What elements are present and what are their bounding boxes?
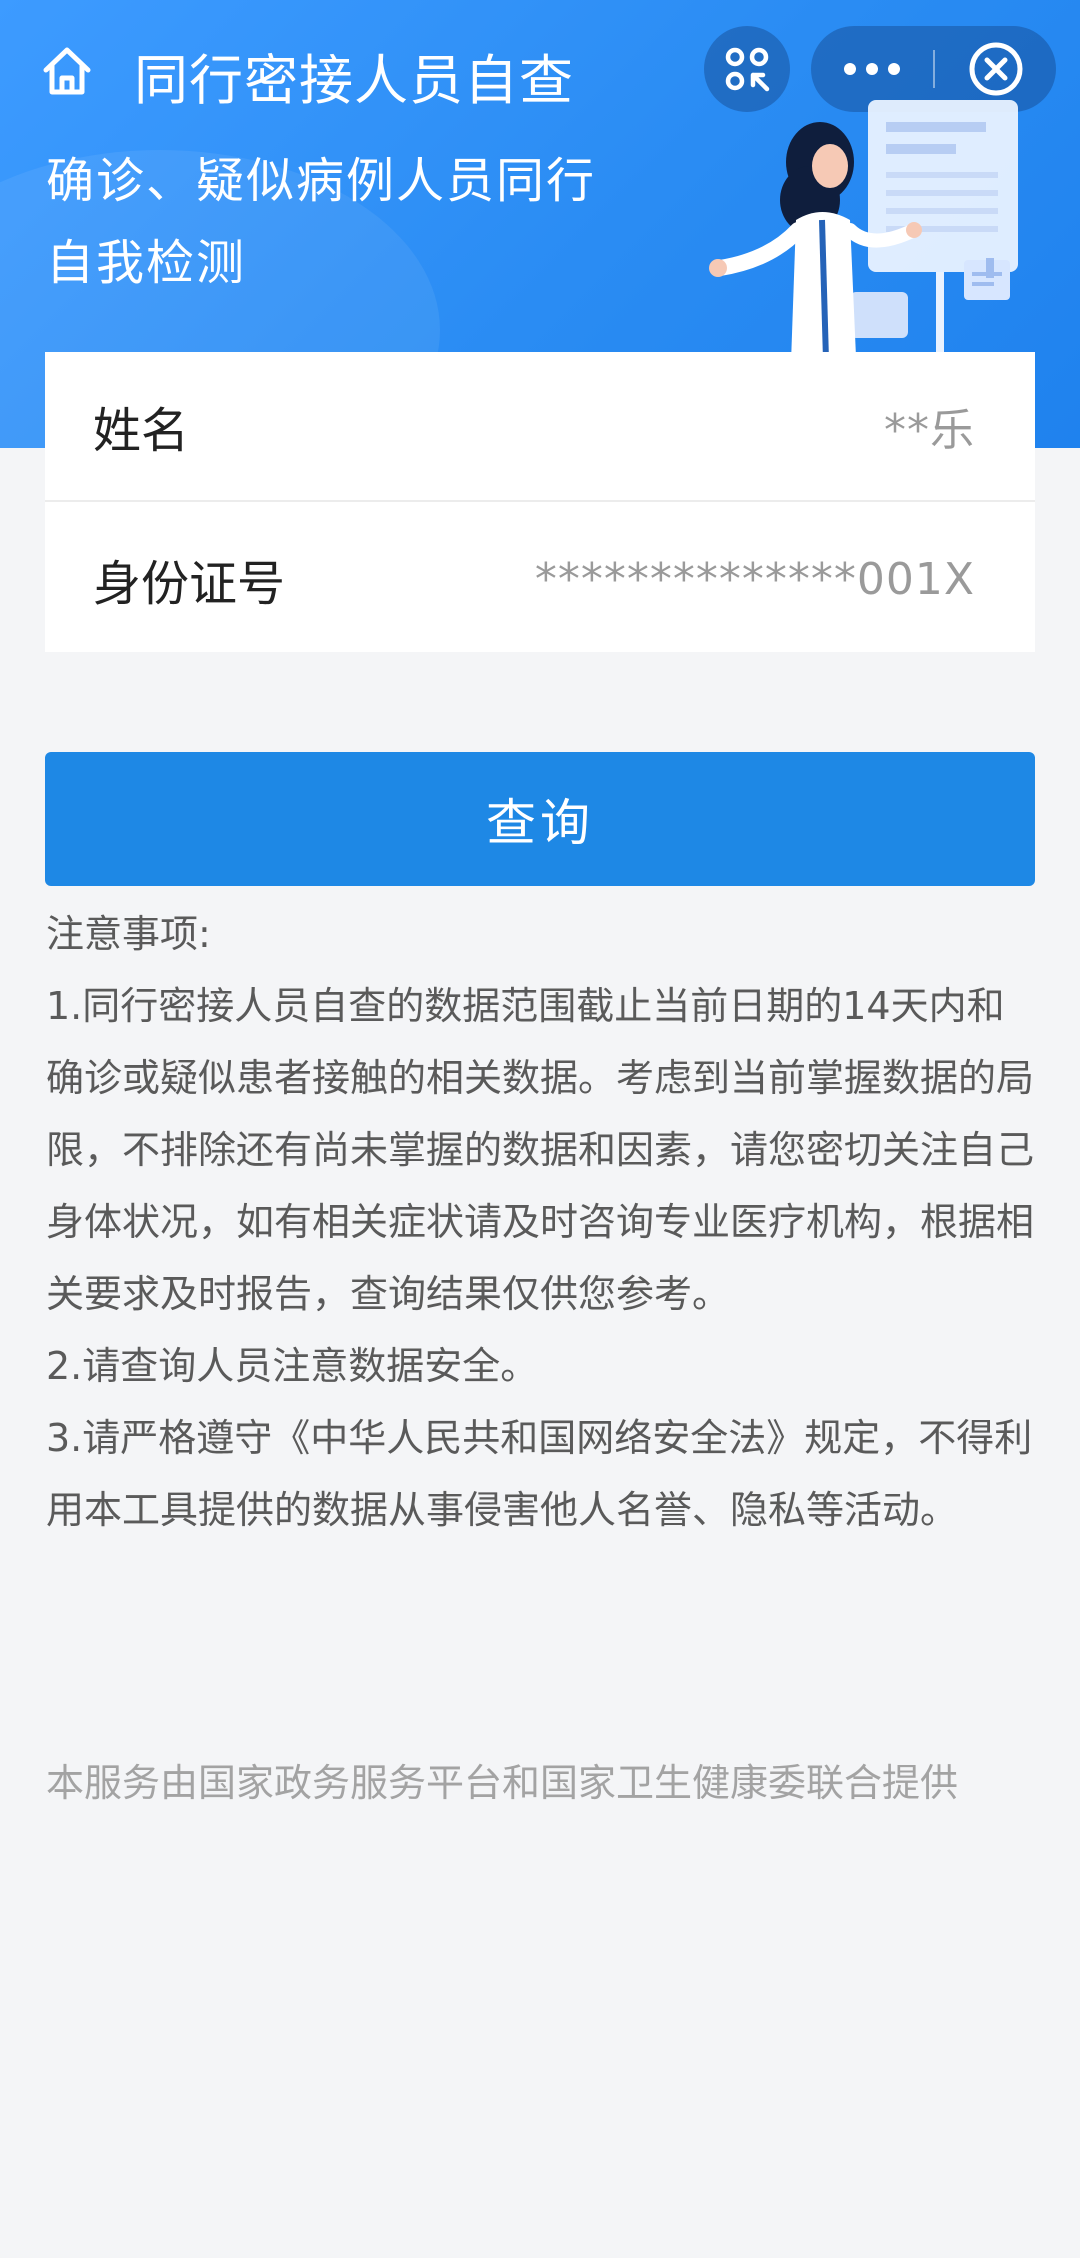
- identity-form: 姓名 **乐 身份证号 **************001X: [45, 352, 1035, 652]
- more-dots-icon: [844, 63, 900, 75]
- subtitle-line-2: 自我检测: [46, 235, 247, 291]
- subtitle-line-1: 确诊、疑似病例人员同行: [46, 153, 597, 209]
- page-title: 同行密接人员自查: [134, 49, 574, 112]
- service-provider-footer: 本服务由国家政务服务平台和国家卫生健康委联合提供: [46, 1761, 959, 1805]
- notes-item-1: 1.同行密接人员自查的数据范围截止当前日期的14天内和确诊或疑似患者接触的相关数…: [46, 984, 1035, 1316]
- name-field[interactable]: **乐: [884, 394, 975, 458]
- name-row[interactable]: 姓名 **乐: [45, 352, 1035, 502]
- notes-item-3: 3.请严格遵守《中华人民共和国网络安全法》规定，不得利用本工具提供的数据从事侵害…: [46, 1416, 1033, 1532]
- notes-heading: 注意事项:: [46, 912, 211, 956]
- notes-item-2: 2.请查询人员注意数据安全。: [46, 1344, 539, 1388]
- notes-section: 注意事项: 1.同行密接人员自查的数据范围截止当前日期的14天内和确诊或疑似患者…: [46, 898, 1036, 1546]
- header-subtitle: 确诊、疑似病例人员同行 自我检测: [46, 140, 666, 304]
- close-circle-icon: [969, 42, 1022, 96]
- id-number-row[interactable]: 身份证号 **************001X: [45, 504, 1035, 654]
- id-number-label: 身份证号: [93, 556, 286, 612]
- name-label: 姓名: [93, 403, 190, 459]
- id-number-field[interactable]: **************001X: [535, 554, 975, 605]
- home-icon[interactable]: [40, 44, 94, 98]
- query-button[interactable]: 查询: [45, 752, 1035, 886]
- scan-icon: [725, 47, 770, 92]
